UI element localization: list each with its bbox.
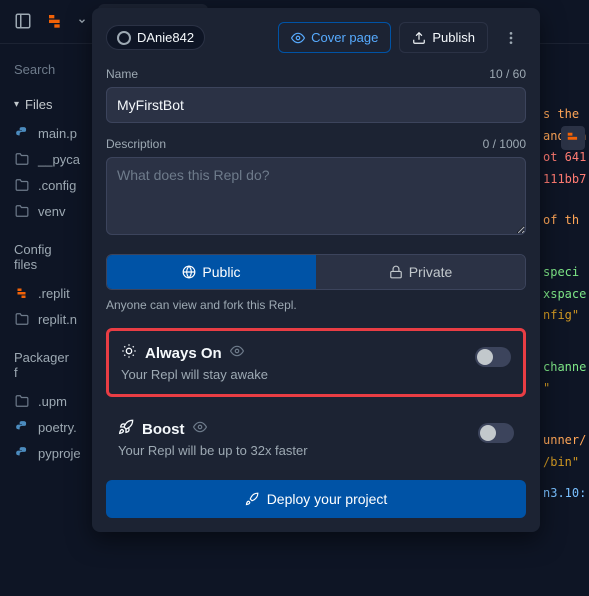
settings-modal: DAnie842 Cover page Publish Name 10 / 60… (92, 8, 540, 532)
boost-card: Boost Your Repl will be up to 32x faster (106, 407, 526, 470)
file-item[interactable]: __pyca (0, 146, 84, 172)
deploy-button[interactable]: Deploy your project (106, 480, 526, 518)
user-circle-icon (117, 31, 131, 45)
file-icon (14, 311, 30, 327)
file-item[interactable]: poetry. (0, 414, 84, 440)
publish-button[interactable]: Publish (399, 22, 488, 53)
file-item[interactable]: .config (0, 172, 84, 198)
file-icon (14, 393, 30, 409)
eye-icon (230, 344, 244, 362)
visibility-toggle: Public Private (106, 254, 526, 290)
file-item[interactable]: .replit (0, 280, 84, 306)
public-toggle[interactable]: Public (107, 255, 316, 289)
sidebar-toggle-icon[interactable] (12, 10, 34, 32)
cover-page-button[interactable]: Cover page (278, 22, 391, 53)
file-item[interactable]: .upm (0, 388, 84, 414)
config-section-header[interactable]: Config files (0, 236, 84, 278)
search-input[interactable]: Search (0, 56, 84, 83)
split-handle-icon[interactable] (561, 126, 585, 150)
visibility-helper: Anyone can view and fork this Repl. (106, 298, 526, 312)
boost-switch[interactable] (478, 423, 514, 443)
file-icon (14, 177, 30, 193)
description-textarea[interactable] (106, 157, 526, 235)
file-icon (14, 151, 30, 167)
private-toggle[interactable]: Private (316, 255, 525, 289)
always-on-switch[interactable] (475, 347, 511, 367)
name-counter: 10 / 60 (489, 67, 526, 81)
code-editor-background: s the and th ot 641 111bb7 of th speci x… (539, 44, 589, 596)
file-icon (14, 203, 30, 219)
replit-logo-icon[interactable] (44, 10, 66, 32)
always-on-card: Always On Your Repl will stay awake (106, 328, 526, 397)
packager-section-header[interactable]: Packager f (0, 344, 84, 386)
sidebar: Search ▾ Files main.p__pyca.configvenv C… (0, 44, 84, 596)
description-counter: 0 / 1000 (483, 137, 526, 151)
file-item[interactable]: main.p (0, 120, 84, 146)
name-input[interactable] (106, 87, 526, 123)
files-section-header[interactable]: ▾ Files (0, 91, 84, 118)
sun-icon (121, 343, 137, 363)
file-icon (14, 125, 30, 141)
file-item[interactable]: venv (0, 198, 84, 224)
chevron-down-icon[interactable] (76, 10, 88, 32)
file-icon (14, 419, 30, 435)
chevron-down-icon: ▾ (14, 99, 19, 110)
file-item[interactable]: pyproje (0, 440, 84, 466)
more-menu-button[interactable] (496, 30, 526, 46)
file-item[interactable]: replit.n (0, 306, 84, 332)
description-label: Description (106, 137, 166, 151)
rocket-icon (118, 419, 134, 439)
file-icon (14, 445, 30, 461)
owner-chip[interactable]: DAnie842 (106, 25, 205, 50)
file-icon (14, 285, 30, 301)
eye-icon (193, 420, 207, 438)
name-label: Name (106, 67, 138, 81)
